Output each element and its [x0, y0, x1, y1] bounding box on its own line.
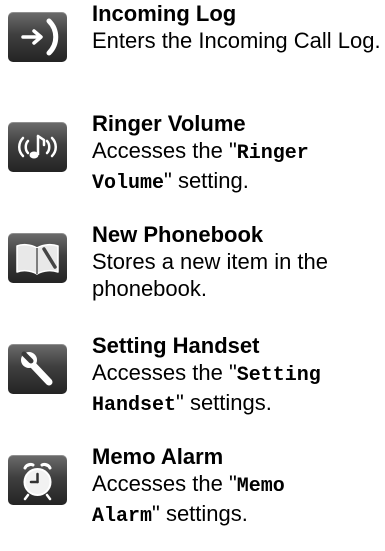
- ringer-volume-text: Ringer Volume Accesses the "Ringer Volume…: [92, 110, 385, 197]
- entry-description: Enters the Incoming Call Log.: [92, 28, 381, 53]
- entry-description: Stores a new item in the phonebook.: [92, 249, 329, 301]
- entry-title: Setting Handset: [92, 333, 260, 358]
- entry-title: Memo Alarm: [92, 444, 224, 469]
- entry-title: New Phonebook: [92, 222, 264, 247]
- phonebook-icon: [8, 233, 67, 283]
- incoming-call-icon: [8, 12, 67, 62]
- entry-description: Accesses the "Setting Handset" settings.: [92, 360, 321, 417]
- new-phonebook-text: New Phonebook Stores a new item in the p…: [92, 221, 385, 302]
- entry-description: Accesses the "Memo Alarm" settings.: [92, 471, 285, 528]
- entry-title: Ringer Volume: [92, 111, 246, 136]
- setting-handset-text: Setting Handset Accesses the "Setting Han…: [92, 332, 385, 419]
- wrench-icon: [8, 344, 67, 394]
- entry-title: Incoming Log: [92, 1, 237, 26]
- incoming-log-text: Incoming Log Enters the Incoming Call Lo…: [92, 0, 385, 54]
- entry-description: Accesses the "Ringer Volume" setting.: [92, 138, 309, 195]
- alarm-clock-icon: [8, 455, 67, 505]
- memo-alarm-text: Memo Alarm Accesses the "Memo Alarm" sett…: [92, 443, 385, 530]
- ringer-volume-icon: [8, 122, 67, 172]
